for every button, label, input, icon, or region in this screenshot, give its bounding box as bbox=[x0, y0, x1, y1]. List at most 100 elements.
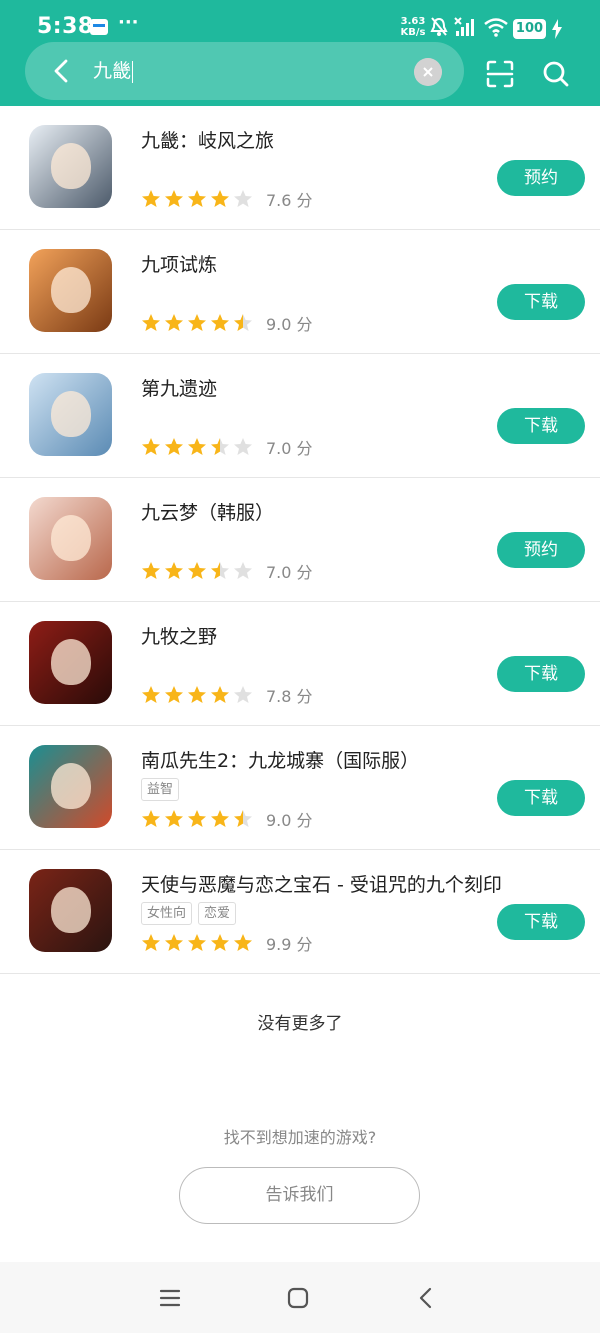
net-speed-unit: KB/s bbox=[400, 27, 426, 38]
game-icon[interactable] bbox=[29, 249, 112, 332]
result-item[interactable]: 九项试炼 9.0 分 下载 bbox=[0, 230, 600, 354]
game-tag: 益智 bbox=[141, 778, 180, 801]
tell-us-button[interactable]: 告诉我们 bbox=[179, 1167, 420, 1224]
game-title[interactable]: 九云梦（韩服） bbox=[141, 498, 274, 525]
game-title[interactable]: 天使与恶魔与恋之宝石 - 受诅咒的九个刻印 bbox=[141, 870, 502, 897]
download-button[interactable]: 下载 bbox=[497, 284, 585, 320]
result-item[interactable]: 第九遗迹 7.0 分 下载 bbox=[0, 354, 600, 478]
rating-stars bbox=[141, 809, 256, 829]
star-icon bbox=[234, 562, 252, 579]
star-icon bbox=[234, 686, 252, 703]
system-nav-bar bbox=[0, 1262, 600, 1333]
game-icon[interactable] bbox=[29, 125, 112, 208]
download-button[interactable]: 下载 bbox=[497, 408, 585, 444]
rating-stars bbox=[141, 685, 256, 705]
star-icon bbox=[188, 810, 206, 827]
star-icon bbox=[211, 934, 229, 951]
game-tag: 恋爱 bbox=[198, 902, 237, 925]
star-icon bbox=[165, 686, 183, 703]
star-icon bbox=[165, 190, 183, 207]
game-title[interactable]: 九畿：岐风之旅 bbox=[141, 126, 274, 153]
download-button[interactable]: 下载 bbox=[497, 904, 585, 940]
header: 5:38 ··· 3.63 KB/s 100 九畿 bbox=[0, 0, 600, 106]
scan-icon[interactable] bbox=[486, 60, 514, 88]
star-icon bbox=[234, 810, 252, 827]
result-item[interactable]: 九畿：岐风之旅 7.6 分 预约 bbox=[0, 106, 600, 230]
game-score: 9.9 分 bbox=[266, 935, 313, 954]
game-icon-art bbox=[51, 639, 91, 685]
game-rating: 7.8 分 bbox=[141, 684, 313, 706]
search-icon[interactable] bbox=[542, 60, 570, 88]
result-item[interactable]: 天使与恶魔与恋之宝石 - 受诅咒的九个刻印女性向 恋爱 9.9 分 下载 bbox=[0, 850, 600, 974]
game-icon-art bbox=[51, 515, 91, 561]
game-icon[interactable] bbox=[29, 869, 112, 952]
rating-stars bbox=[141, 933, 256, 953]
status-more: ··· bbox=[118, 12, 139, 33]
signal-icon bbox=[454, 17, 474, 36]
search-bar: 九畿 bbox=[25, 42, 464, 100]
text-caret bbox=[132, 60, 134, 83]
star-icon bbox=[211, 810, 229, 827]
home-icon[interactable] bbox=[286, 1286, 310, 1310]
star-icon bbox=[142, 686, 160, 703]
star-icon bbox=[165, 438, 183, 455]
star-icon bbox=[165, 810, 183, 827]
menu-icon[interactable] bbox=[158, 1286, 182, 1310]
star-icon bbox=[188, 934, 206, 951]
game-icon-art bbox=[51, 887, 91, 933]
star-icon bbox=[188, 190, 206, 207]
net-speed-value: 3.63 bbox=[400, 16, 426, 27]
chevron-left-icon[interactable] bbox=[47, 56, 77, 86]
star-icon bbox=[234, 190, 252, 207]
result-item[interactable]: 南瓜先生2：九龙城寨（国际服） 益智 9.0 分 下载 bbox=[0, 726, 600, 850]
game-icon-art bbox=[51, 763, 91, 809]
game-title[interactable]: 九项试炼 bbox=[141, 250, 217, 277]
game-rating: 9.0 分 bbox=[141, 808, 313, 830]
star-icon bbox=[211, 562, 229, 579]
notification-icon bbox=[90, 19, 108, 35]
star-icon bbox=[188, 314, 206, 331]
game-icon[interactable] bbox=[29, 373, 112, 456]
download-button[interactable]: 下载 bbox=[497, 780, 585, 816]
game-score: 7.6 分 bbox=[266, 191, 313, 210]
reserve-button[interactable]: 预约 bbox=[497, 160, 585, 196]
game-score: 7.8 分 bbox=[266, 687, 313, 706]
star-icon bbox=[142, 934, 160, 951]
star-icon bbox=[188, 686, 206, 703]
game-rating: 7.6 分 bbox=[141, 188, 313, 210]
mute-bell-icon bbox=[430, 17, 448, 36]
game-rating: 9.9 分 bbox=[141, 932, 313, 954]
game-score: 7.0 分 bbox=[266, 563, 313, 582]
star-icon bbox=[142, 562, 160, 579]
star-icon bbox=[234, 314, 252, 331]
back-icon[interactable] bbox=[414, 1286, 438, 1310]
game-rating: 9.0 分 bbox=[141, 312, 313, 334]
result-item[interactable]: 九云梦（韩服） 7.0 分 预约 bbox=[0, 478, 600, 602]
game-rating: 7.0 分 bbox=[141, 560, 313, 582]
game-tag: 女性向 bbox=[141, 902, 193, 925]
game-tags: 女性向 恋爱 bbox=[141, 902, 242, 925]
game-title[interactable]: 南瓜先生2：九龙城寨（国际服） bbox=[141, 746, 419, 773]
game-icon[interactable] bbox=[29, 497, 112, 580]
cant-find-text: 找不到想加速的游戏? bbox=[223, 1128, 377, 1147]
star-icon bbox=[211, 314, 229, 331]
game-icon-art bbox=[51, 267, 91, 313]
search-input[interactable]: 九畿 bbox=[93, 56, 393, 86]
result-item[interactable]: 九牧之野 7.8 分 下载 bbox=[0, 602, 600, 726]
game-icon-art bbox=[51, 143, 91, 189]
game-title[interactable]: 九牧之野 bbox=[141, 622, 217, 649]
star-icon bbox=[165, 562, 183, 579]
star-icon bbox=[142, 314, 160, 331]
star-icon bbox=[188, 562, 206, 579]
star-icon bbox=[142, 810, 160, 827]
game-title[interactable]: 第九遗迹 bbox=[141, 374, 217, 401]
charging-icon bbox=[552, 19, 562, 39]
star-icon bbox=[165, 314, 183, 331]
star-icon bbox=[142, 438, 160, 455]
clear-icon[interactable] bbox=[414, 58, 442, 86]
download-button[interactable]: 下载 bbox=[497, 656, 585, 692]
rating-stars bbox=[141, 189, 256, 209]
game-icon[interactable] bbox=[29, 621, 112, 704]
game-icon[interactable] bbox=[29, 745, 112, 828]
reserve-button[interactable]: 预约 bbox=[497, 532, 585, 568]
